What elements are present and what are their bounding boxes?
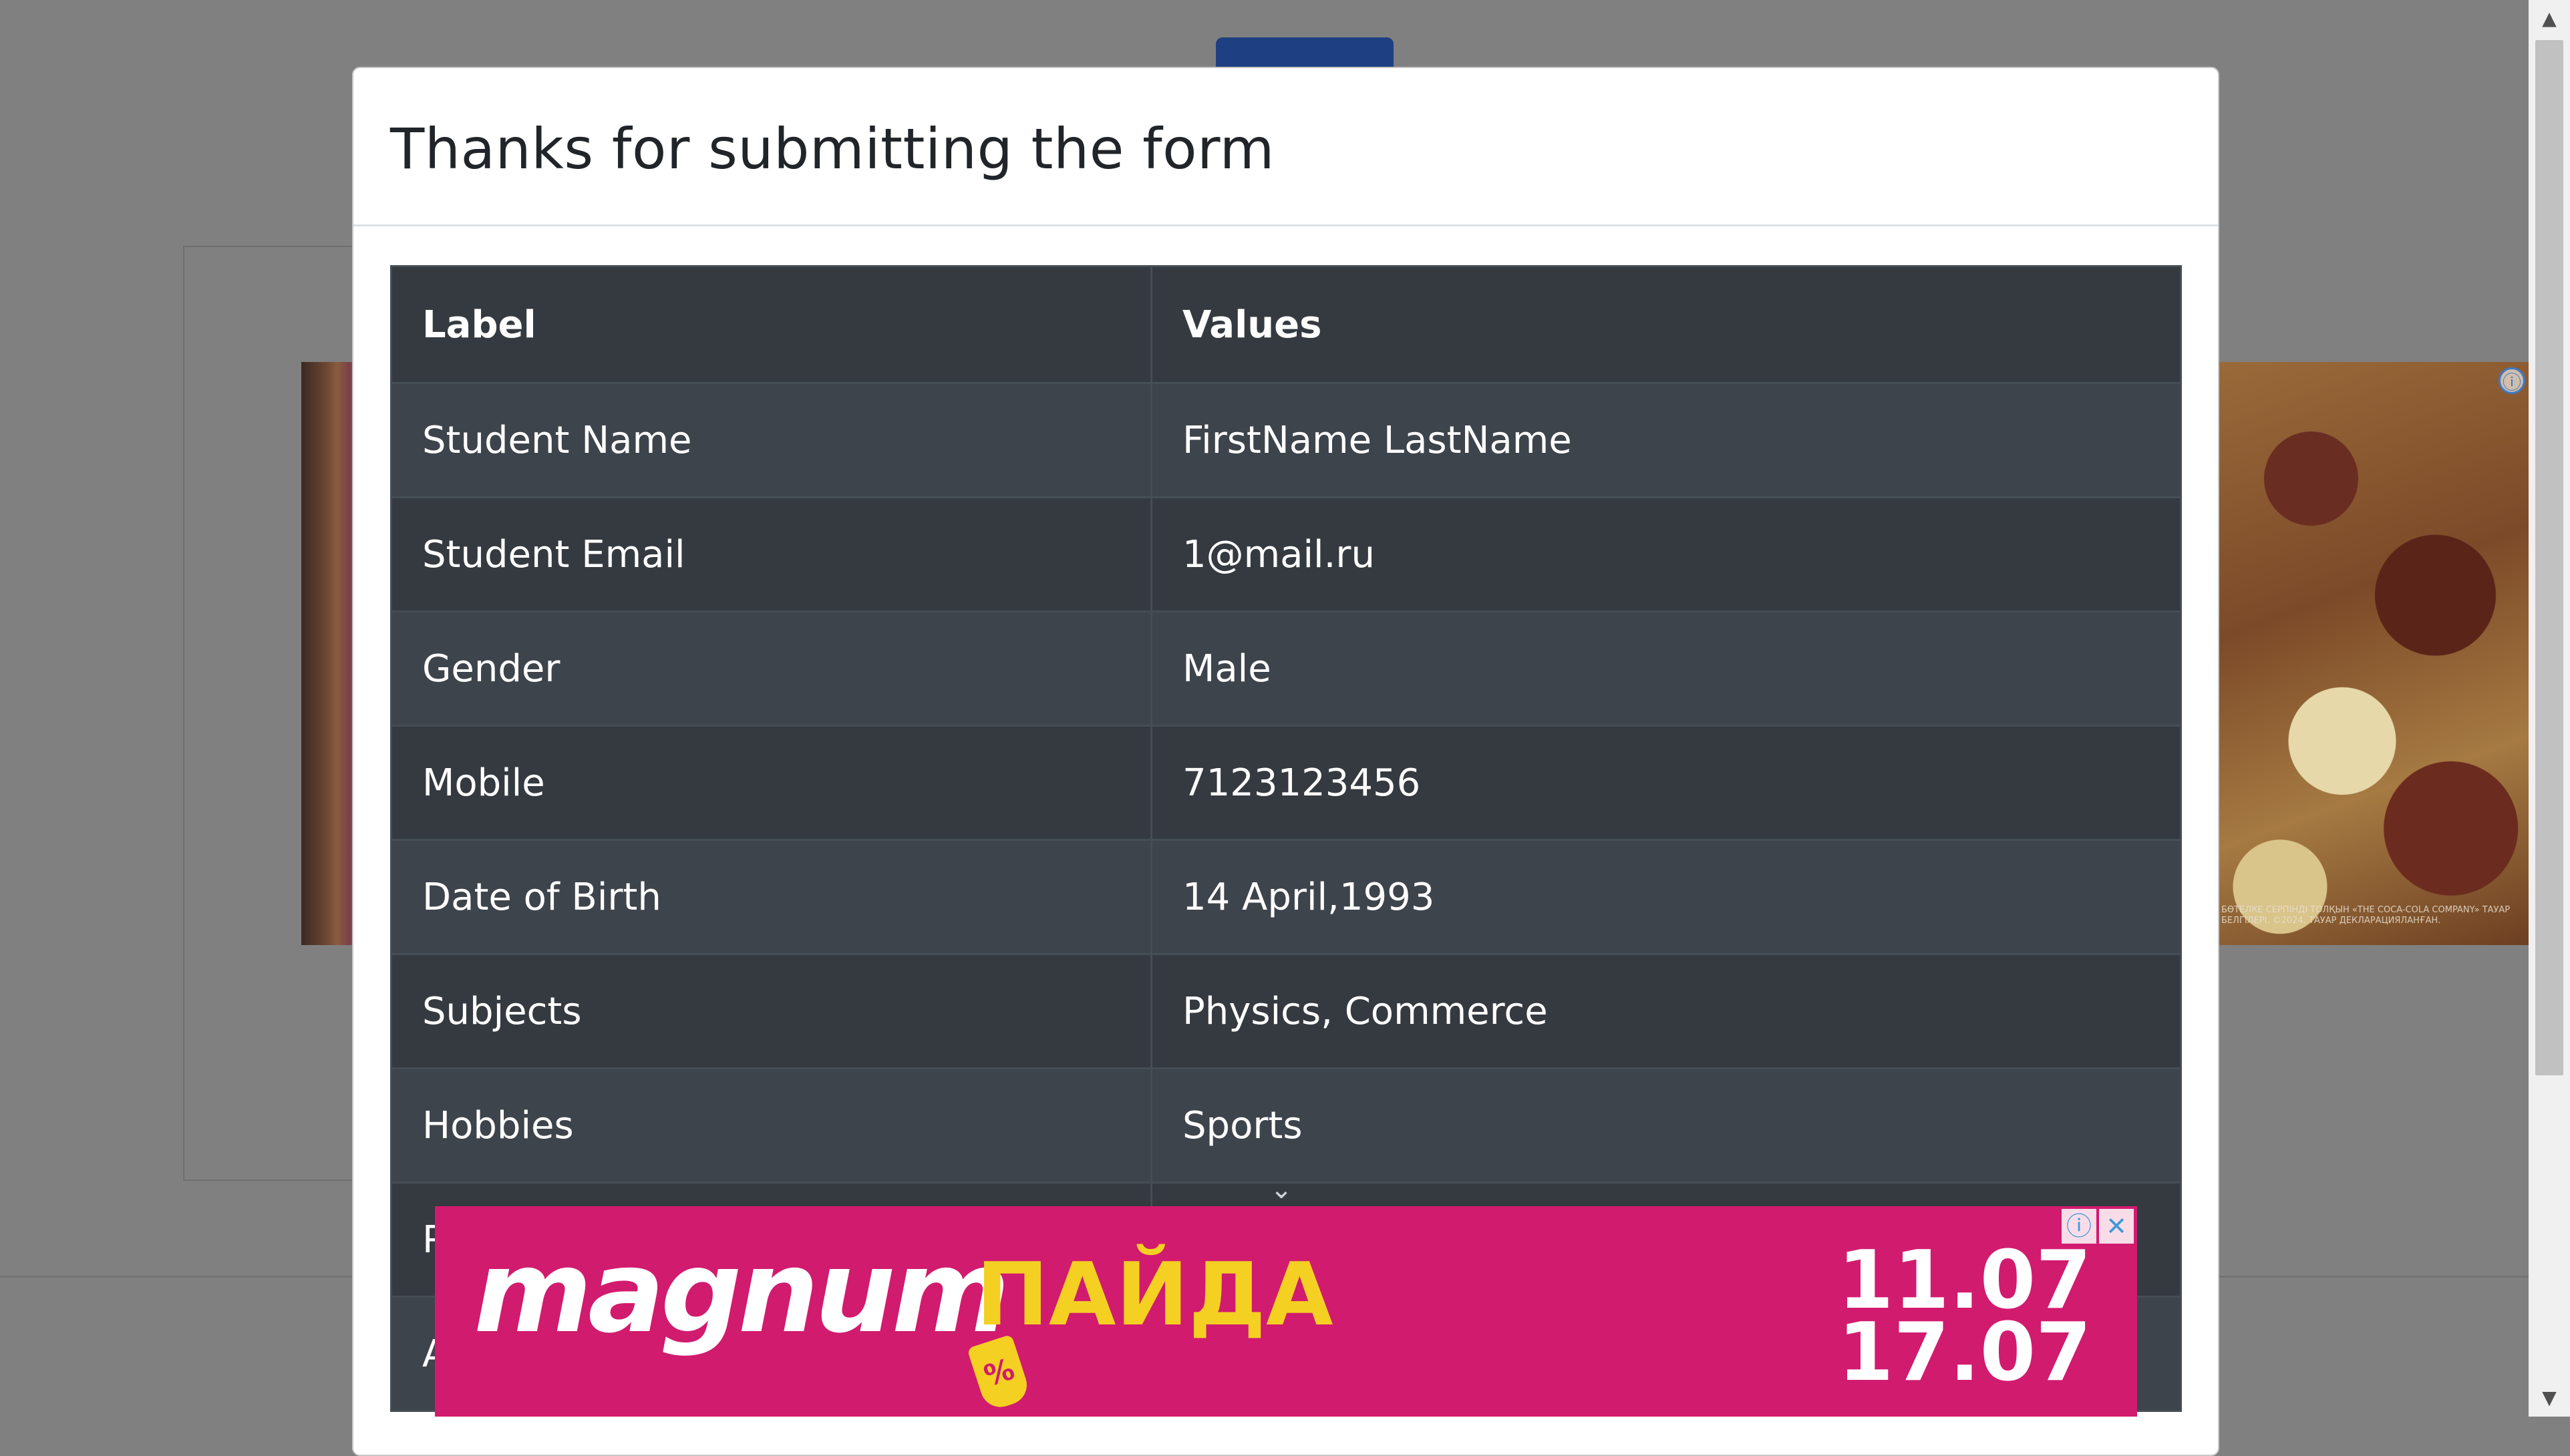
ad-collapse-chevron-icon[interactable]: ⌄ bbox=[1265, 1173, 1298, 1206]
row-label: Mobile bbox=[390, 725, 1152, 841]
table-row: Mobile 7123123456 bbox=[390, 725, 2182, 841]
table-row: Gender Male bbox=[390, 610, 2182, 727]
row-value: 7123123456 bbox=[1150, 725, 2182, 841]
table-header-row: Label Values bbox=[390, 265, 2182, 384]
right-side-ad-image bbox=[2218, 362, 2529, 945]
table-row: Hobbies Sports bbox=[390, 1067, 2182, 1184]
right-ad-info-icon[interactable]: ⓘ bbox=[2499, 367, 2525, 394]
row-label: Hobbies bbox=[390, 1067, 1152, 1184]
ad-brand-suffix: ПАЙДА bbox=[976, 1244, 1333, 1345]
info-icon[interactable]: ⓘ bbox=[2062, 1209, 2096, 1244]
bottom-ad-banner[interactable]: magnum ПАЙДА % 11.07 17.07 bbox=[435, 1206, 2137, 1417]
table-row: Student Email 1@mail.ru bbox=[390, 496, 2182, 612]
ad-discount-tag-icon: % bbox=[967, 1334, 1032, 1413]
table-row: Subjects Physics, Commerce bbox=[390, 953, 2182, 1069]
ad-date-end: 17.07 bbox=[1838, 1306, 2092, 1399]
row-value: Physics, Commerce bbox=[1150, 953, 2182, 1069]
row-value: Sports bbox=[1150, 1067, 2182, 1184]
scroll-up-arrow-icon[interactable]: ▲ bbox=[2529, 0, 2570, 37]
row-value: FirstName LastName bbox=[1150, 382, 2182, 498]
modal-title: Thanks for submitting the form bbox=[390, 116, 1275, 182]
row-label: Student Name bbox=[390, 382, 1152, 498]
ad-brand-text: magnum bbox=[474, 1226, 1010, 1358]
column-header-label: Label bbox=[390, 265, 1152, 384]
modal-header: Thanks for submitting the form bbox=[353, 68, 2218, 226]
close-icon[interactable]: ✕ bbox=[2099, 1209, 2134, 1244]
page-scrollbar[interactable]: ▲ ▼ bbox=[2529, 0, 2570, 1417]
row-label: Student Email bbox=[390, 496, 1152, 612]
table-row: Date of Birth 14 April,1993 bbox=[390, 839, 2182, 955]
side-ad-fineprint: БӨТЕЛКЕ СЕРПІНДІ ТОЛҚЫН «THE COCA-COLA C… bbox=[2221, 905, 2511, 926]
row-value: 14 April,1993 bbox=[1150, 839, 2182, 955]
row-value: Male bbox=[1150, 610, 2182, 727]
row-label: Gender bbox=[390, 610, 1152, 727]
column-header-values: Values bbox=[1150, 265, 2182, 384]
row-label: Date of Birth bbox=[390, 839, 1152, 955]
ad-controls: ⓘ ✕ bbox=[2062, 1209, 2134, 1244]
scroll-down-arrow-icon[interactable]: ▼ bbox=[2529, 1379, 2570, 1417]
row-label: Subjects bbox=[390, 953, 1152, 1069]
table-row: Student Name FirstName LastName bbox=[390, 382, 2182, 498]
scrollbar-thumb[interactable] bbox=[2535, 40, 2563, 1075]
row-value: 1@mail.ru bbox=[1150, 496, 2182, 612]
